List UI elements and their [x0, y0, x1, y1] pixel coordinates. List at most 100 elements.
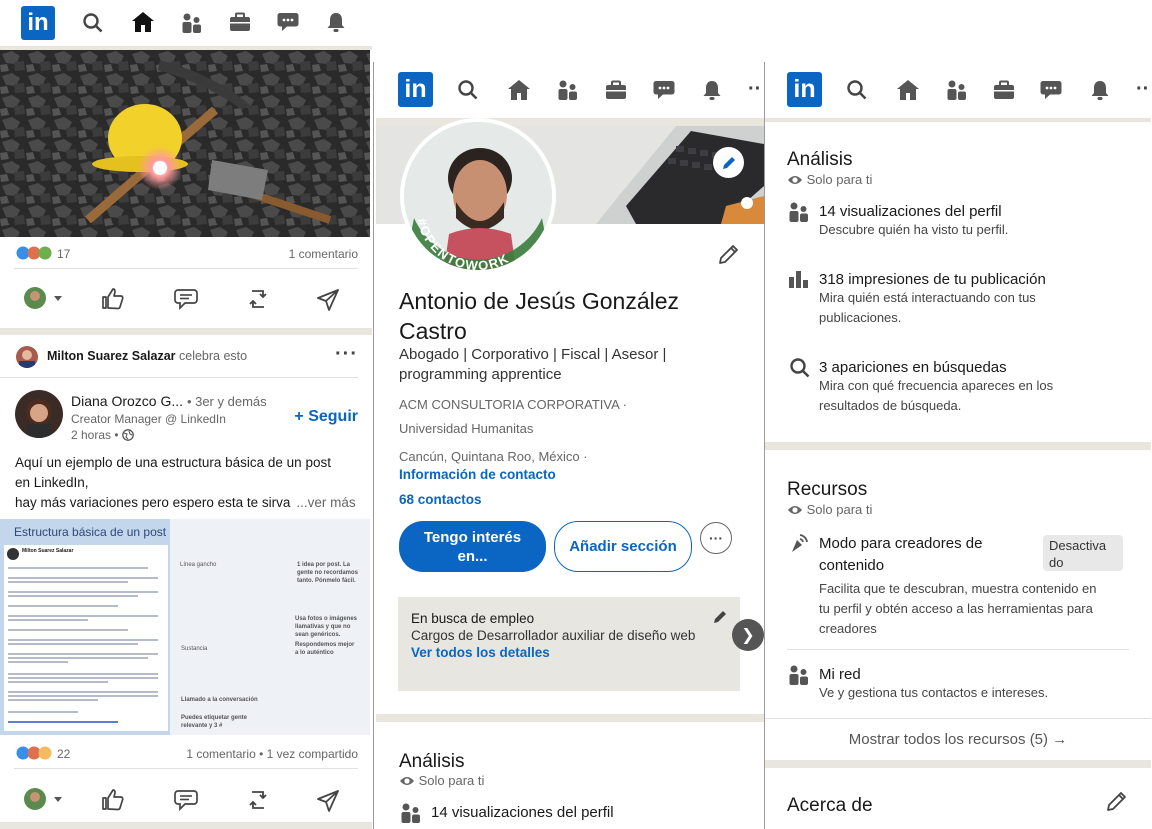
jobs-icon[interactable]	[229, 12, 251, 32]
feed-panel: in 17 1 comentario Milton Suarez Salazar…	[0, 0, 372, 829]
celebrates-text: celebra esto	[179, 349, 248, 363]
post-text-line2: en LinkedIn,	[15, 475, 89, 490]
network-icon[interactable]	[946, 79, 968, 106]
celebrator-avatar[interactable]	[16, 346, 38, 368]
linkedin-logo[interactable]: in	[787, 72, 822, 107]
like-icon[interactable]	[101, 287, 125, 316]
label-idea: 1 idea por post. La gente no recordamos …	[297, 562, 359, 584]
jobs-icon[interactable]	[993, 80, 1015, 105]
label-llamado: Llamado a la conversación	[181, 697, 258, 703]
repost-icon[interactable]	[247, 287, 269, 316]
notifications-icon[interactable]	[701, 79, 723, 106]
my-network-item[interactable]: Mi red Ve y gestiona tus contactos e int…	[819, 666, 1048, 703]
profile-company[interactable]: ACM CONSULTORIA CORPORATIVA ·	[399, 397, 627, 412]
send-icon[interactable]	[317, 289, 339, 316]
edit-intro-icon[interactable]	[717, 244, 739, 271]
actor-avatar-toggle[interactable]	[24, 287, 64, 309]
search-icon[interactable]	[457, 79, 479, 106]
open-to-work-details-link[interactable]: Ver todos los detalles	[411, 645, 550, 660]
edit-cover-button[interactable]	[713, 147, 744, 178]
notifications-icon[interactable]	[1089, 79, 1111, 106]
home-icon[interactable]	[896, 79, 920, 106]
search-appearances-item[interactable]: 3 apariciones en búsquedas Mira con qué …	[819, 359, 1053, 416]
comment-count[interactable]: 1 comentario	[289, 247, 358, 261]
post-text-line1: Aquí un ejemplo de una estructura básica…	[15, 455, 331, 470]
reaction-icons-2[interactable]	[16, 746, 56, 760]
add-section-button[interactable]: Añadir sección	[554, 521, 692, 572]
creator-mode-status-badge: Desactiva do	[1043, 535, 1123, 571]
creator-mode-icon	[788, 532, 810, 559]
post-image-mining[interactable]	[0, 50, 370, 237]
profile-headline-line2: programming apprentice	[399, 366, 562, 383]
profile-analytics-title: Análisis	[399, 751, 465, 772]
people-icon	[788, 664, 810, 691]
actor-avatar-toggle-2[interactable]	[24, 788, 64, 810]
author-avatar[interactable]	[15, 390, 63, 438]
profile-panel: in ·· #OPENTOWORK Antonio de Jesús Gonzá…	[376, 62, 764, 829]
more-icon[interactable]: ··	[748, 78, 761, 101]
reaction-count-2[interactable]: 22	[57, 747, 70, 761]
show-all-resources-button[interactable]: Mostrar todos los recursos (5) →	[765, 731, 1151, 748]
profile-views-link[interactable]: 14 visualizaciones del perfil	[431, 804, 614, 821]
messaging-icon[interactable]	[653, 80, 675, 105]
search-icon[interactable]	[846, 79, 868, 106]
celebrator-name[interactable]: Milton Suarez Salazar	[47, 349, 176, 363]
follow-button[interactable]: + Seguir	[294, 408, 358, 426]
reaction-count[interactable]: 17	[57, 247, 70, 261]
eye-icon	[787, 174, 803, 189]
home-icon[interactable]	[507, 79, 531, 106]
messaging-icon[interactable]	[277, 12, 299, 32]
open-to-button[interactable]: Tengo interés en...	[399, 521, 546, 572]
network-icon[interactable]	[181, 12, 203, 34]
linkedin-logo[interactable]: in	[21, 6, 55, 40]
label-linea-gancho: Línea gancho	[180, 562, 217, 568]
resources-private: Solo para ti	[806, 502, 873, 517]
more-actions-button[interactable]: ···	[700, 522, 732, 554]
edit-open-to-work-icon[interactable]	[712, 609, 728, 630]
see-more-link[interactable]: ...ver más	[296, 495, 355, 510]
about-title: Acerca de	[787, 795, 873, 816]
profile-location: Cancún, Quintana Roo, México ·	[399, 449, 588, 464]
comment-icon[interactable]	[174, 288, 198, 315]
more-icon[interactable]: ··	[1136, 78, 1149, 101]
post-image-infographic[interactable]: Estructura básica de un post Milton Suar…	[0, 519, 370, 735]
open-to-work-badge: #OPENTOWORK	[414, 217, 512, 274]
open-to-work-title: En busca de empleo	[411, 611, 535, 626]
search-icon[interactable]	[82, 12, 104, 34]
profile-photo[interactable]: #OPENTOWORK	[400, 118, 556, 274]
open-to-work-card[interactable]: En busca de empleo Cargos de Desarrollad…	[398, 597, 740, 691]
send-icon[interactable]	[317, 790, 339, 817]
edit-about-icon[interactable]	[1105, 791, 1127, 818]
post-impressions-item[interactable]: 318 impresiones de tu publicación Mira q…	[819, 271, 1046, 328]
post-menu-icon[interactable]: ···	[335, 344, 358, 364]
connections-link[interactable]: 68 contactos	[399, 492, 482, 507]
carousel-next-button[interactable]: ❯	[732, 619, 764, 651]
author-headline: Creator Manager @ LinkedIn	[71, 412, 226, 426]
label-respondemos: Respondemos mejor a lo auténtico	[295, 642, 355, 656]
dashboard-panel: in ·· Análisis Solo para ti 14 visualiza…	[765, 62, 1151, 829]
repost-icon[interactable]	[247, 788, 269, 817]
profile-headline-line1: Abogado | Corporativo | Fiscal | Asesor …	[399, 346, 667, 363]
comment-icon[interactable]	[174, 789, 198, 816]
bar-chart-icon	[788, 269, 810, 294]
profile-views-item[interactable]: 14 visualizaciones del perfil Descubre q…	[819, 203, 1008, 240]
post-stats[interactable]: 1 comentario • 1 vez compartido	[186, 747, 358, 761]
linkedin-logo[interactable]: in	[398, 72, 433, 107]
post-time: 2 horas •	[71, 428, 119, 442]
label-sustancia: Sustancia	[181, 646, 208, 652]
jobs-icon[interactable]	[605, 80, 627, 105]
messaging-icon[interactable]	[1040, 80, 1062, 105]
reaction-icons[interactable]	[16, 246, 56, 260]
home-icon[interactable]	[131, 11, 155, 33]
profile-school[interactable]: Universidad Humanitas	[399, 421, 533, 436]
analytics-title: Análisis	[787, 149, 853, 170]
resources-title: Recursos	[787, 479, 868, 500]
notifications-icon[interactable]	[325, 11, 347, 33]
like-icon[interactable]	[101, 788, 125, 817]
search-icon	[789, 357, 811, 384]
contact-info-link[interactable]: Información de contacto	[399, 467, 556, 482]
profile-name-line1: Antonio de Jesús González	[399, 288, 680, 314]
label-etiquetar: Puedes etiquetar gente relevante y 3 #	[181, 715, 248, 729]
network-icon[interactable]	[557, 79, 579, 106]
author-name[interactable]: Diana Orozco G...	[71, 393, 183, 409]
